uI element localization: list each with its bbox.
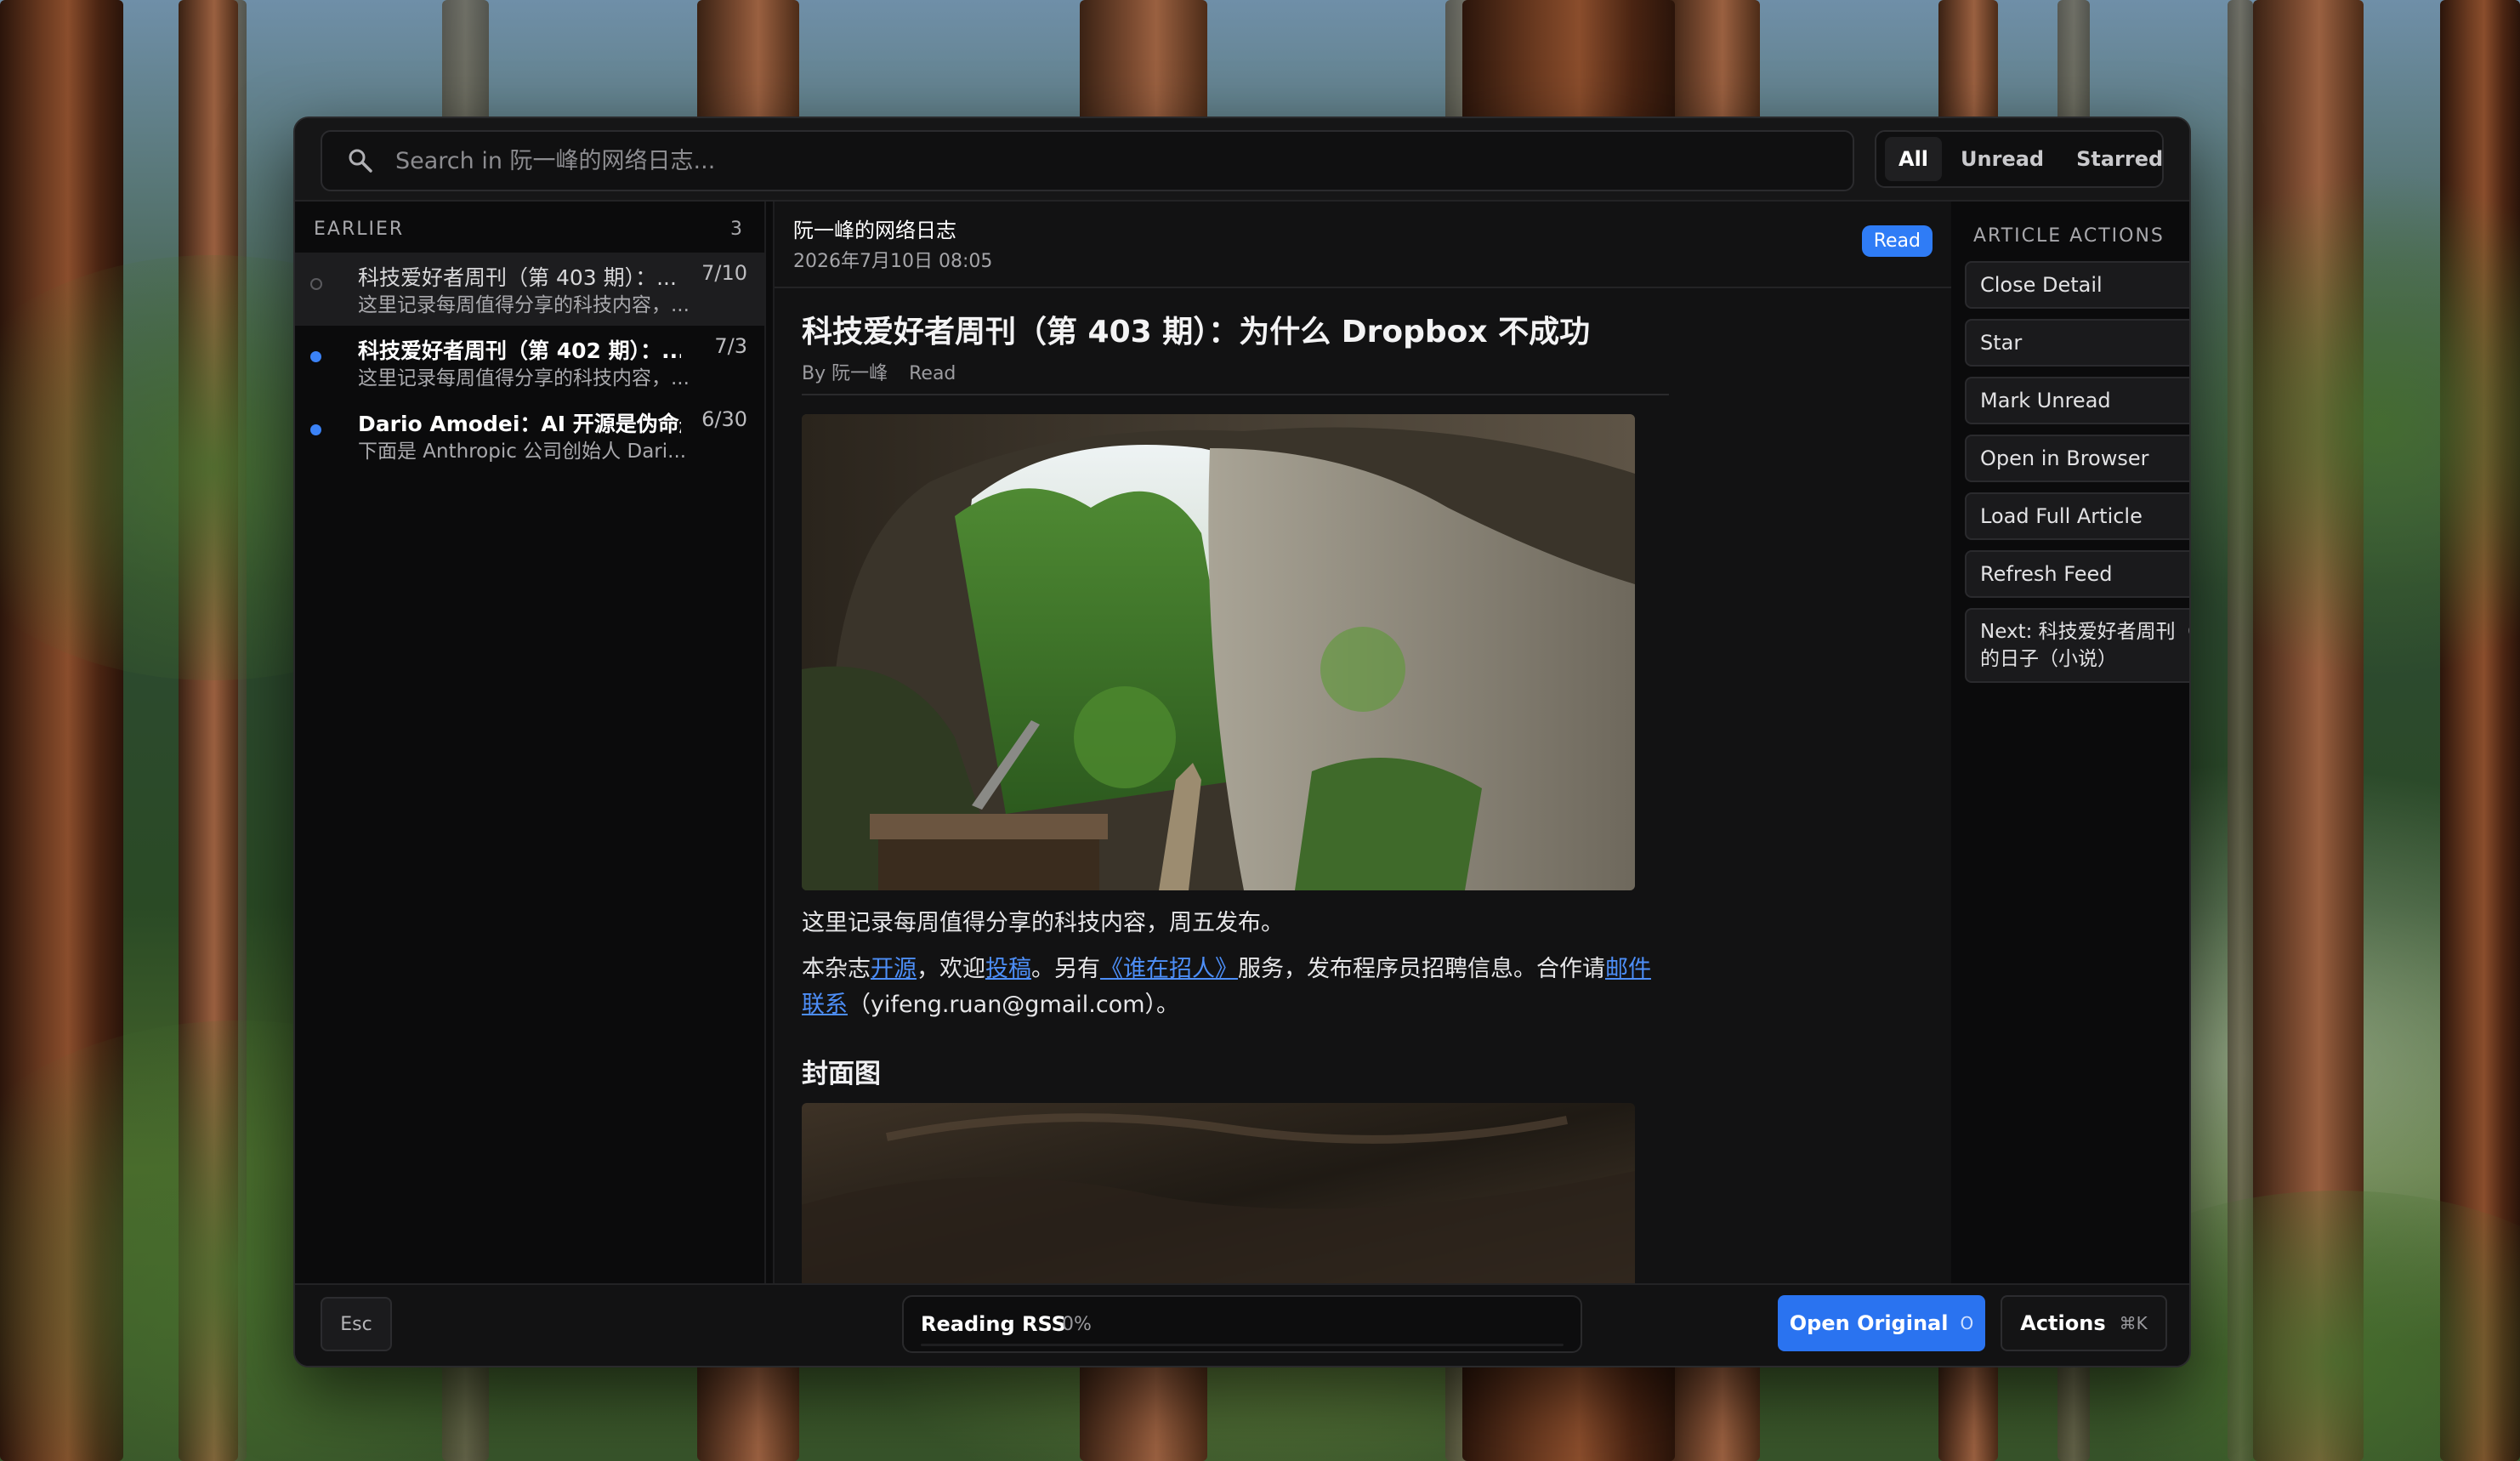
cave-photo — [802, 414, 1635, 890]
list-item-summary: 这里记录每周值得分享的科技内容，... — [358, 294, 690, 316]
progress-track — [921, 1344, 1564, 1346]
tab-starred[interactable]: Starred — [2063, 137, 2177, 181]
feed-name: 阮一峰的网络日志 — [793, 219, 956, 242]
refresh-feed-button[interactable]: Refresh Feed R — [1965, 550, 2189, 598]
button-label: Actions — [2020, 1311, 2106, 1335]
divider — [802, 394, 1669, 395]
progress-text: 0% — [1062, 1314, 1092, 1335]
filter-tabs: All Unread Starred — [1875, 130, 2164, 188]
action-label: Mark Unread — [1980, 389, 2111, 412]
list-item-date: 6/30 — [701, 407, 747, 431]
list-section-header: EARLIER 3 — [295, 202, 764, 253]
status-indicator: Reading RSS 0% — [902, 1295, 1582, 1353]
article-detail: 阮一峰的网络日志 2026年7月10日 08:05 Read 科技爱好者周刊（第… — [773, 202, 1953, 1283]
close-detail-button[interactable]: Close Detail Esc — [1965, 261, 2189, 309]
text-span: 本杂志 — [802, 956, 871, 982]
actions-heading: ARTICLE ACTIONS — [1973, 225, 2165, 247]
top-bar: All Unread Starred — [295, 118, 2189, 202]
magnifier-icon — [348, 148, 373, 173]
action-label: Next: 科技爱好者周刊（第 402 期）：我在智念 AI 的日子（小说） — [1980, 621, 2189, 670]
shortcut-key: ⌘K — [2119, 1313, 2148, 1333]
list-item[interactable]: 科技爱好者周刊（第 402 期）：... 7/3 这里记录每周值得分享的科技内容… — [295, 326, 764, 399]
article-paragraph: 本杂志开源，欢迎投稿。另有《谁在招人》服务，发布程序员招聘信息。合作请邮件联系（… — [802, 952, 1652, 1023]
action-label: Load Full Article — [1980, 504, 2143, 528]
open-original-button[interactable]: Open Original O — [1778, 1295, 1985, 1351]
cover-photo — [802, 1103, 1635, 1283]
link-open-source[interactable]: 开源 — [871, 956, 917, 982]
article-title: 科技爱好者周刊（第 403 期）：为什么 Dropbox 不成功 — [802, 315, 1591, 350]
bottom-bar: Esc Reading RSS 0% Open Original O Actio… — [295, 1283, 2189, 1366]
status-badge: Read — [1861, 225, 1933, 257]
status-label: Reading RSS — [921, 1312, 1066, 1336]
text-span: （yifeng.ruan@gmail.com）。 — [848, 992, 1180, 1018]
search-input[interactable] — [394, 146, 1757, 175]
escape-button[interactable]: Esc — [321, 1297, 392, 1351]
text-span: 。另有 — [1031, 956, 1100, 982]
open-in-browser-button[interactable]: Open in Browser O — [1965, 435, 2189, 482]
action-label: Close Detail — [1980, 273, 2103, 297]
byline: By 阮一峰 Read — [802, 358, 956, 385]
rss-reader-window: All Unread Starred EARLIER 3 科技爱好者周刊（第 4… — [293, 117, 2191, 1367]
author: By 阮一峰 — [802, 363, 888, 384]
actions-menu-button[interactable]: Actions ⌘K — [2001, 1295, 2167, 1351]
read-status: Read — [909, 363, 956, 384]
unread-dot-icon — [310, 424, 321, 435]
list-item[interactable]: 科技爱好者周刊（第 403 期）：... 7/10 这里记录每周值得分享的科技内… — [295, 253, 764, 326]
unread-dot-icon — [310, 351, 321, 362]
list-item-date: 7/3 — [714, 334, 747, 358]
read-indicator-icon — [310, 278, 322, 290]
action-label: Refresh Feed — [1980, 562, 2113, 586]
button-label: Open Original — [1789, 1311, 1949, 1335]
list-item-summary: 这里记录每周值得分享的科技内容，... — [358, 367, 690, 389]
link-submit[interactable]: 投稿 — [985, 956, 1031, 982]
list-item-title: 科技爱好者周刊（第 403 期）：... — [358, 265, 677, 290]
section-heading: 封面图 — [802, 1059, 881, 1089]
search-box[interactable] — [321, 130, 1854, 191]
section-label: EARLIER — [314, 219, 405, 240]
article-actions-panel: ARTICLE ACTIONS Close Detail Esc Star S … — [1951, 202, 2189, 1283]
link-who-is-hiring[interactable]: 《谁在招人》 — [1100, 956, 1238, 982]
next-article-button[interactable]: Next: 科技爱好者周刊（第 402 期）：我在智念 AI 的日子（小说） J — [1965, 608, 2189, 683]
tab-unread[interactable]: Unread — [1947, 137, 2057, 181]
tab-all[interactable]: All — [1885, 137, 1943, 181]
list-item-title: Dario Amodei：AI 开源是伪命题 — [358, 412, 681, 436]
text-span: 服务，发布程序员招聘信息。合作请 — [1238, 956, 1605, 982]
mark-unread-button[interactable]: Mark Unread U — [1965, 377, 2189, 424]
shortcut-key: O — [1960, 1313, 1974, 1333]
list-item-date: 7/10 — [701, 261, 747, 285]
action-label: Star — [1980, 331, 2023, 355]
text-span: ，欢迎 — [917, 956, 985, 982]
section-count: 3 — [730, 219, 744, 240]
load-full-article-button[interactable]: Load Full Article L — [1965, 492, 2189, 540]
star-button[interactable]: Star S — [1965, 319, 2189, 367]
list-item-title: 科技爱好者周刊（第 402 期）：... — [358, 338, 681, 363]
detail-header: 阮一峰的网络日志 2026年7月10日 08:05 Read — [775, 202, 1951, 288]
article-timestamp: 2026年7月10日 08:05 — [793, 251, 993, 272]
article-paragraph: 这里记录每周值得分享的科技内容，周五发布。 — [802, 910, 1284, 936]
list-item[interactable]: Dario Amodei：AI 开源是伪命题 6/30 下面是 Anthropi… — [295, 399, 764, 472]
action-label: Open in Browser — [1980, 446, 2149, 470]
list-item-summary: 下面是 Anthropic 公司创始人 Dari... — [358, 441, 687, 463]
article-list: EARLIER 3 科技爱好者周刊（第 403 期）：... 7/10 这里记录… — [295, 202, 766, 1283]
